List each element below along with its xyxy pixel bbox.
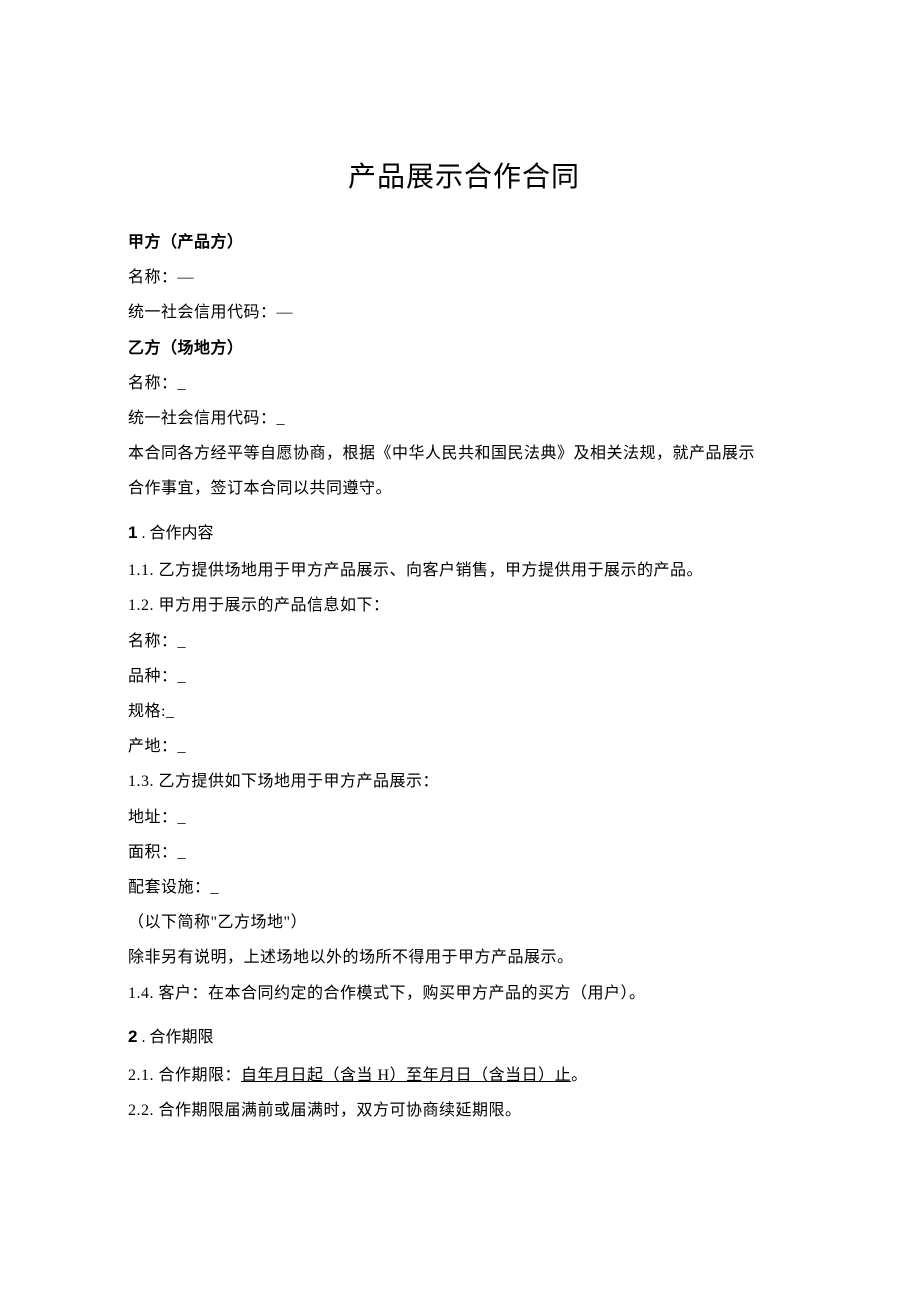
section-2-title: . 合作期限 bbox=[137, 1029, 213, 1046]
venue-nickname: （以下简称"乙方场地"） bbox=[128, 905, 800, 940]
party-b-header: 乙方（场地方） bbox=[128, 331, 800, 366]
clause-1-3: 1.3. 乙方提供如下场地用于甲方产品展示： bbox=[128, 764, 800, 799]
document-page: 产品展示合作合同 甲方（产品方） 名称：— 统一社会信用代码：— 乙方（场地方）… bbox=[0, 0, 920, 1128]
party-b-code: 统一社会信用代码：_ bbox=[128, 401, 800, 436]
clause-1-1: 1.1. 乙方提供场地用于甲方产品展示、向客户销售，甲方提供用于展示的产品。 bbox=[128, 553, 800, 588]
product-variety: 品种：_ bbox=[128, 659, 800, 694]
product-origin: 产地：_ bbox=[128, 729, 800, 764]
clause-2-1: 2.1. 合作期限：自年月日起（含当 H）至年月日（含当日）止。 bbox=[128, 1058, 800, 1093]
clause-2-2: 2.2. 合作期限届满前或届满时，双方可协商续延期限。 bbox=[128, 1093, 800, 1128]
clause-2-1-prefix: 2.1. 合作期限： bbox=[128, 1067, 241, 1084]
product-spec: 规格:_ bbox=[128, 694, 800, 729]
venue-restriction: 除非另有说明，上述场地以外的场所不得用于甲方产品展示。 bbox=[128, 940, 800, 975]
party-a-header: 甲方（产品方） bbox=[128, 225, 800, 260]
venue-area: 面积：_ bbox=[128, 835, 800, 870]
party-b-name: 名称：_ bbox=[128, 366, 800, 401]
party-a-code: 统一社会信用代码：— bbox=[128, 295, 800, 330]
section-1-heading: 1 . 合作内容 bbox=[128, 513, 800, 554]
clause-1-4: 1.4. 客户：在本合同约定的合作模式下，购买甲方产品的买方（用户）。 bbox=[128, 976, 800, 1011]
venue-facility: 配套设施：_ bbox=[128, 870, 800, 905]
product-name: 名称：_ bbox=[128, 624, 800, 659]
clause-2-1-suffix: 。 bbox=[571, 1067, 588, 1084]
preamble-line-1: 本合同各方经平等自愿协商，根据《中华人民共和国民法典》及相关法规，就产品展示 bbox=[128, 436, 800, 471]
venue-address: 地址：_ bbox=[128, 800, 800, 835]
clause-1-2: 1.2. 甲方用于展示的产品信息如下： bbox=[128, 588, 800, 623]
preamble-line-2: 合作事宜，签订本合同以共同遵守。 bbox=[128, 471, 800, 506]
document-title: 产品展示合作合同 bbox=[128, 155, 800, 195]
section-1-title: . 合作内容 bbox=[137, 525, 213, 542]
section-2-heading: 2 . 合作期限 bbox=[128, 1017, 800, 1058]
party-a-name: 名称：— bbox=[128, 260, 800, 295]
clause-2-1-period: 自年月日起（含当 H）至年月日（含当日）止 bbox=[241, 1067, 571, 1084]
